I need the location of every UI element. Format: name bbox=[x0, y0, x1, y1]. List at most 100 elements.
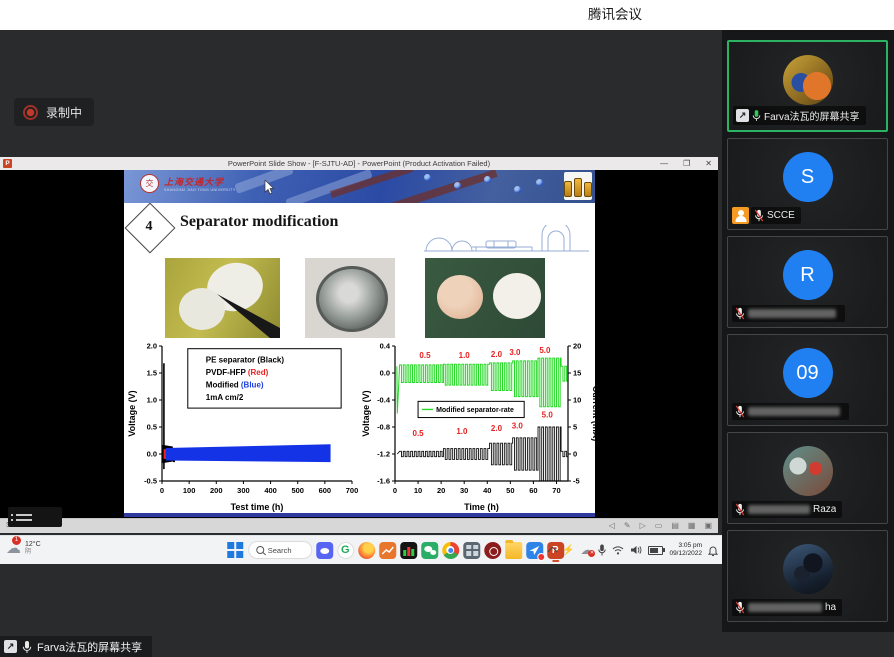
participant-label: SCCE bbox=[751, 207, 801, 224]
svg-text:Time (h): Time (h) bbox=[464, 502, 499, 512]
ppt-statusbar: Slide 12 of 16 ◁ ✎ ▷ ▭ ▤ ▦ ▣ bbox=[0, 518, 718, 533]
start-button[interactable] bbox=[226, 541, 244, 559]
svg-text:0.5: 0.5 bbox=[419, 351, 431, 360]
weather-widget[interactable]: ☁1 12°C 阴 bbox=[6, 539, 41, 557]
person-badge-icon bbox=[732, 207, 749, 224]
svg-text:0: 0 bbox=[393, 486, 397, 495]
separator-photo-pair bbox=[425, 258, 545, 338]
sync-error-badge: ✕ bbox=[588, 550, 595, 557]
svg-text:100: 100 bbox=[183, 486, 196, 495]
lantern-icon bbox=[484, 176, 491, 183]
svg-text:5.0: 5.0 bbox=[542, 411, 554, 420]
cloud-icon: ☁1 bbox=[6, 539, 21, 557]
separator-photo-tweezers bbox=[165, 258, 280, 338]
ppt-titlebar: P PowerPoint Slide Show - [F-SJTU-AD] - … bbox=[0, 157, 718, 170]
svg-text:-0.5: -0.5 bbox=[144, 477, 157, 486]
slideshow-toolbar: ◁ ✎ ▷ ▭ ▤ ▦ ▣ bbox=[609, 519, 712, 533]
cloud-sync-icon[interactable]: ☁✕ bbox=[580, 543, 592, 557]
microphone-muted-icon bbox=[754, 209, 764, 222]
slide-title-row: 4 Separator modification bbox=[124, 203, 595, 258]
svg-text:3.0: 3.0 bbox=[509, 348, 521, 357]
participant-label bbox=[732, 305, 845, 322]
svg-text:500: 500 bbox=[291, 486, 304, 495]
svg-text:1mA cm/2: 1mA cm/2 bbox=[206, 393, 244, 402]
calculator-icon[interactable] bbox=[463, 542, 480, 559]
slide-sorter-icon[interactable]: ▤ bbox=[671, 519, 679, 533]
discord-icon[interactable] bbox=[316, 542, 333, 559]
pen-icon[interactable]: ✎ bbox=[624, 519, 631, 533]
screen-share-banner: ↗ Farva法瓦的屏幕共享 bbox=[0, 636, 152, 657]
chrome-icon[interactable] bbox=[442, 542, 459, 559]
minimize-button[interactable]: — bbox=[660, 157, 668, 170]
svg-text:10: 10 bbox=[414, 486, 422, 495]
university-name-en: SHANGHAI JIAO TONG UNIVERSITY bbox=[164, 188, 236, 192]
participant-tile-scce[interactable]: S SCCE bbox=[727, 138, 888, 230]
svg-text:-5: -5 bbox=[573, 477, 580, 486]
wifi-icon[interactable] bbox=[612, 545, 624, 555]
microphone-muted-icon bbox=[735, 503, 745, 516]
microphone-icon bbox=[22, 640, 32, 654]
share-banner-text: Farva法瓦的屏幕共享 bbox=[37, 639, 142, 655]
svg-text:0: 0 bbox=[160, 486, 164, 495]
search-box[interactable]: Search bbox=[248, 541, 312, 559]
stock-terminal-icon[interactable] bbox=[400, 542, 417, 559]
svg-text:20: 20 bbox=[573, 342, 581, 351]
svg-text:0.4: 0.4 bbox=[380, 342, 391, 351]
blurred-name bbox=[748, 505, 810, 514]
clock[interactable]: 3:05 pm 09/12/2022 bbox=[669, 542, 702, 558]
close-button[interactable]: ✕ bbox=[705, 157, 712, 170]
rate-performance-chart: 010203040506070-1.6-1.2-0.8-0.40.00.4-50… bbox=[361, 340, 595, 513]
search-icon bbox=[256, 546, 264, 554]
g-app-icon[interactable]: G bbox=[337, 542, 354, 559]
battery-logo bbox=[564, 172, 592, 200]
notification-bell-icon[interactable] bbox=[708, 545, 718, 556]
restore-button[interactable]: ❐ bbox=[683, 157, 690, 170]
participant-name: Farva法瓦的屏幕共享 bbox=[764, 108, 860, 123]
red-app-icon[interactable] bbox=[484, 542, 501, 559]
svg-text:Modified separator-rate: Modified separator-rate bbox=[436, 407, 514, 414]
microphone-tray-icon[interactable] bbox=[598, 544, 606, 556]
svg-text:700: 700 bbox=[346, 486, 359, 495]
svg-text:PE separator (Black): PE separator (Black) bbox=[206, 356, 285, 365]
participant-tile-09[interactable]: 09 bbox=[727, 334, 888, 426]
svg-text:0.0: 0.0 bbox=[147, 450, 157, 459]
mouse-cursor bbox=[264, 180, 275, 195]
slide-title: Separator modification bbox=[180, 213, 338, 231]
svg-text:60: 60 bbox=[529, 486, 537, 495]
reading-view-icon[interactable]: ▦ bbox=[688, 519, 696, 533]
coated-disc bbox=[316, 266, 388, 332]
normal-view-icon[interactable]: ▭ bbox=[655, 519, 663, 533]
meeting-titlebar: 腾讯会议 bbox=[0, 0, 894, 30]
previous-slide-icon[interactable]: ◁ bbox=[609, 519, 615, 533]
meeting-title: 腾讯会议 bbox=[560, 0, 670, 30]
list-overlay[interactable] bbox=[8, 507, 62, 527]
tray-expand-icon[interactable] bbox=[548, 547, 558, 557]
next-slide-icon[interactable]: ▷ bbox=[640, 519, 646, 533]
participant-tile-r[interactable]: R bbox=[727, 236, 888, 328]
power-mode-icon[interactable]: ⚡ bbox=[562, 545, 574, 556]
svg-text:50: 50 bbox=[506, 486, 514, 495]
system-tray: ⚡ ☁✕ 3:05 pm 09/12/2022 bbox=[549, 536, 718, 564]
svg-text:Voltage (V): Voltage (V) bbox=[127, 390, 137, 436]
speaker-icon[interactable] bbox=[630, 545, 642, 555]
battery-icon[interactable] bbox=[648, 546, 663, 555]
recording-indicator[interactable]: 录制中 bbox=[14, 98, 94, 126]
participant-tile-sharer[interactable]: ↗ Farva法瓦的屏幕共享 bbox=[727, 40, 888, 132]
microphone-muted-icon bbox=[735, 405, 745, 418]
blue-messaging-icon[interactable] bbox=[526, 542, 543, 559]
record-dot-icon bbox=[23, 105, 38, 120]
svg-text:600: 600 bbox=[319, 486, 332, 495]
firefox-icon[interactable] bbox=[358, 542, 375, 559]
participant-tile-raza[interactable]: Raza bbox=[727, 432, 888, 524]
file-explorer-icon[interactable] bbox=[505, 542, 522, 559]
wechat-icon[interactable] bbox=[421, 542, 438, 559]
participant-label: ↗ Farva法瓦的屏幕共享 bbox=[733, 106, 866, 125]
svg-text:0.5: 0.5 bbox=[147, 423, 157, 432]
avatar bbox=[783, 544, 833, 594]
office-chart-icon[interactable] bbox=[379, 542, 396, 559]
slideshow-view-icon[interactable]: ▣ bbox=[704, 519, 712, 533]
svg-text:PVDF-HFP (Red): PVDF-HFP (Red) bbox=[206, 368, 269, 377]
svg-text:-0.4: -0.4 bbox=[377, 396, 391, 405]
search-label: Search bbox=[268, 546, 292, 555]
participant-tile-last[interactable]: ha bbox=[727, 530, 888, 622]
